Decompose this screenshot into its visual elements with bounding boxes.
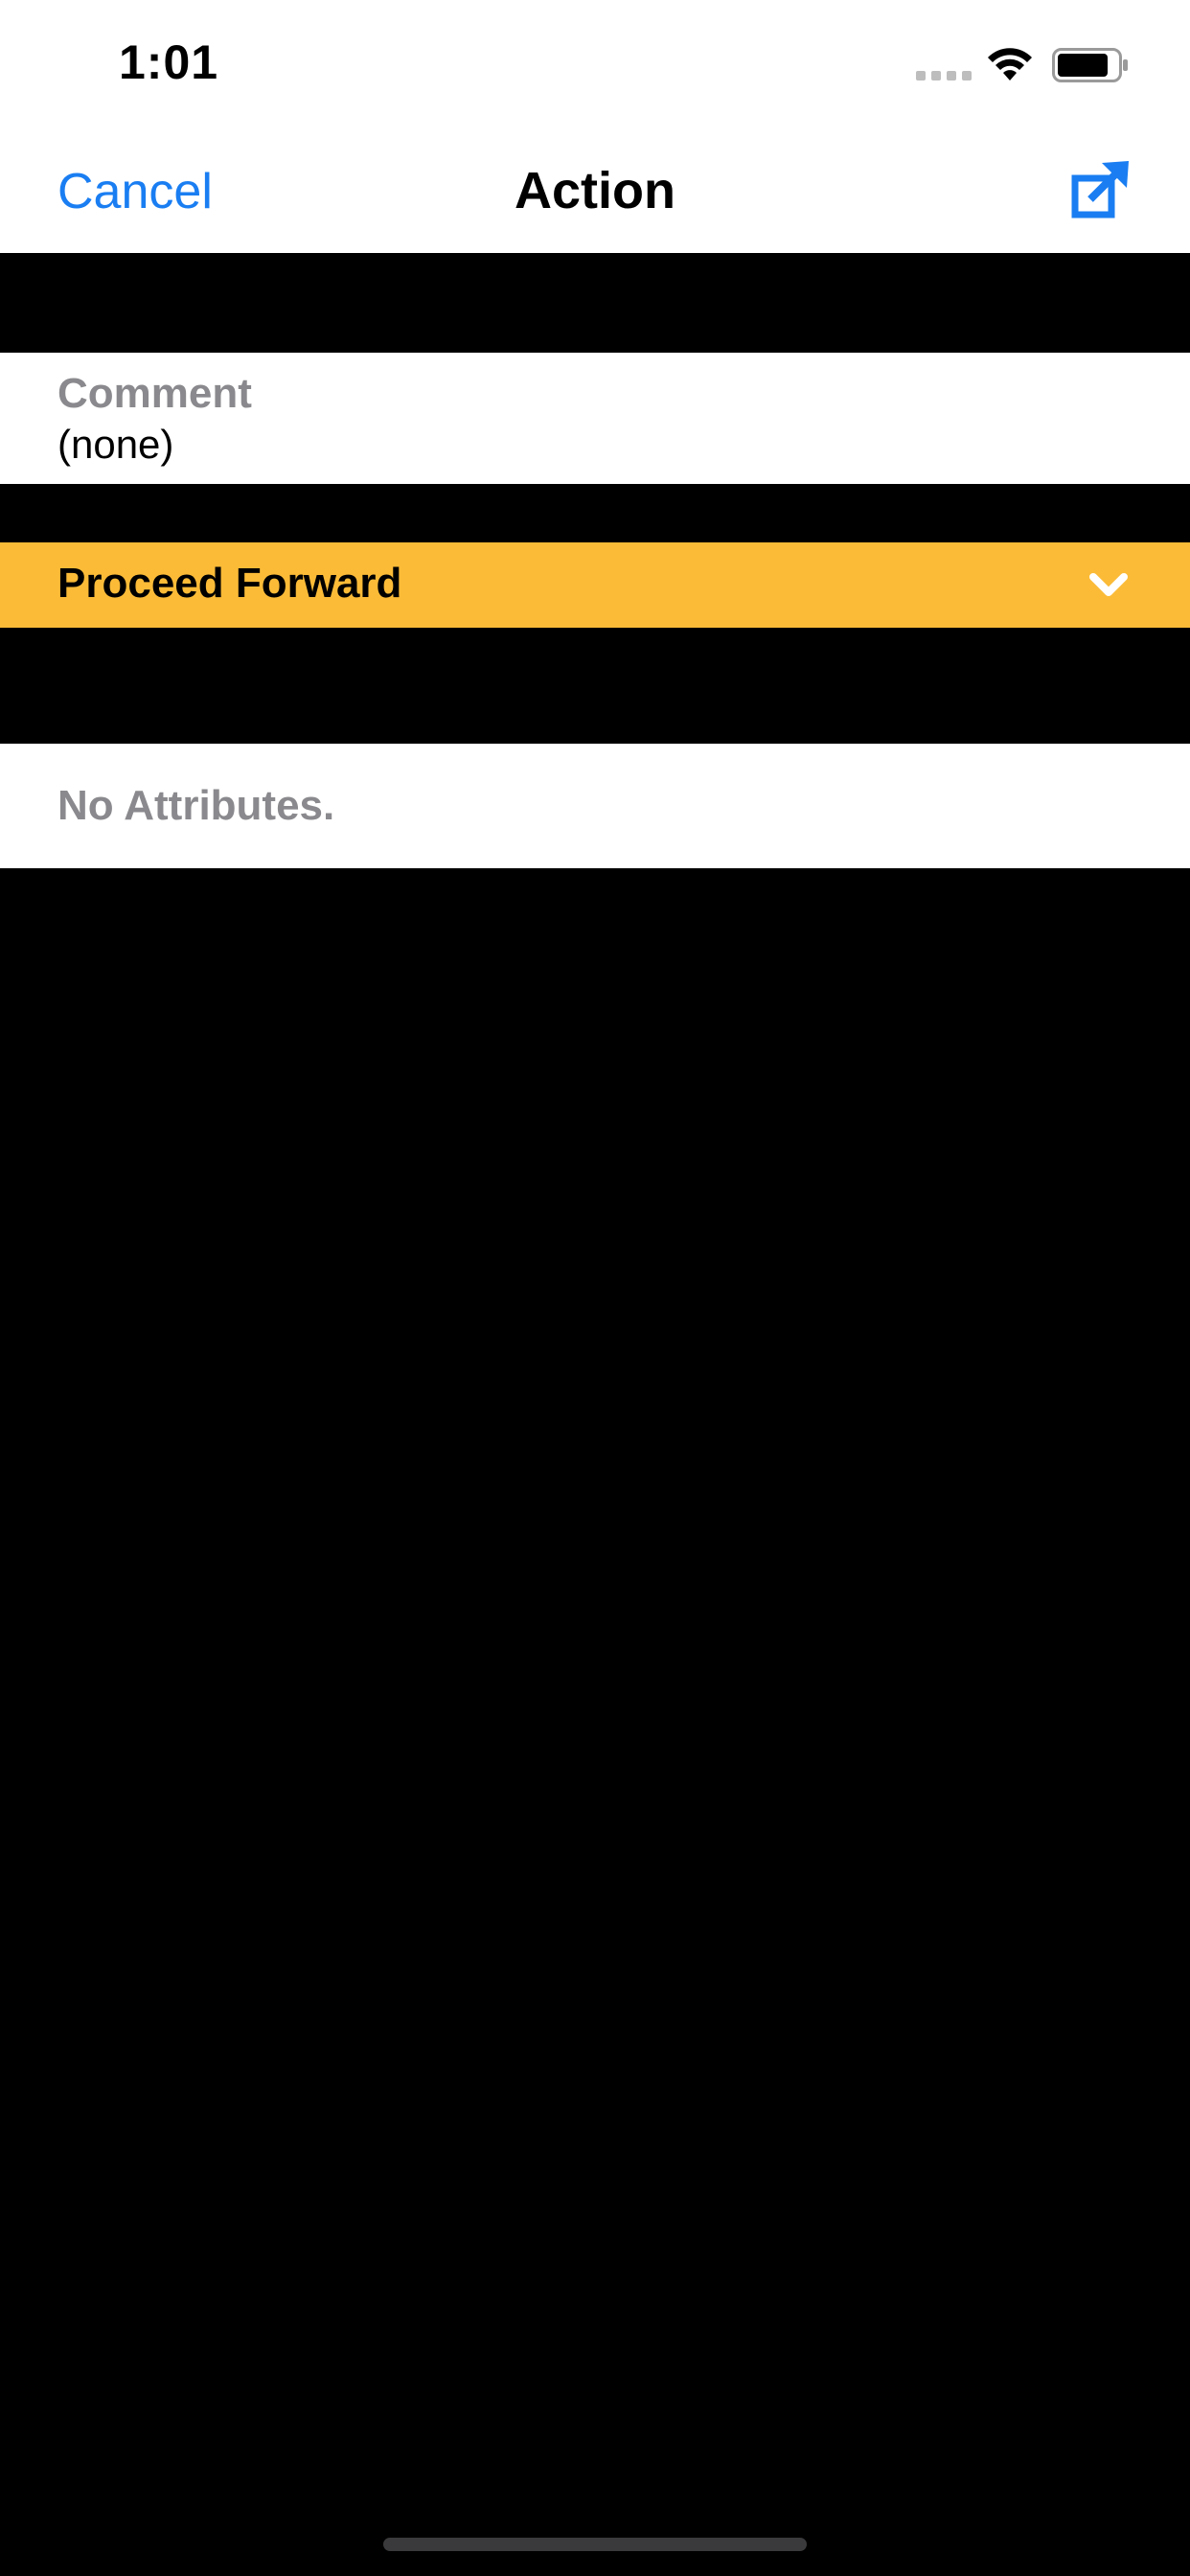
comment-section[interactable]: Comment (none) bbox=[0, 353, 1190, 484]
comment-value: (none) bbox=[57, 422, 174, 467]
comment-label: Comment bbox=[57, 370, 252, 417]
navigation-bar: Cancel Action bbox=[0, 126, 1190, 253]
battery-icon bbox=[1052, 48, 1128, 82]
chevron-down-icon bbox=[1089, 573, 1128, 596]
home-indicator[interactable] bbox=[383, 2538, 807, 2551]
no-attributes-text: No Attributes. bbox=[57, 782, 335, 829]
action-selected-label: Proceed Forward bbox=[57, 560, 402, 607]
status-time: 1:01 bbox=[119, 35, 219, 89]
cellular-signal-icon bbox=[916, 71, 972, 80]
page-title: Action bbox=[515, 162, 675, 219]
attributes-section: No Attributes. bbox=[0, 744, 1190, 868]
wifi-icon bbox=[988, 48, 1032, 80]
export-icon[interactable] bbox=[1071, 159, 1131, 218]
status-bar: 1:01 bbox=[0, 0, 1190, 126]
action-dropdown[interactable]: Proceed Forward bbox=[0, 542, 1190, 628]
